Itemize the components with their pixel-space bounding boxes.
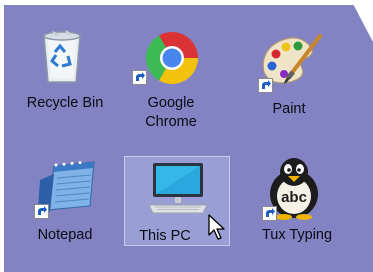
window-corner xyxy=(351,0,373,42)
icon-label-google-chrome: Google Chrome xyxy=(145,95,197,130)
chrome-icon xyxy=(142,28,202,88)
computer-icon xyxy=(145,161,211,217)
desktop-icon-recycle-bin[interactable]: Recycle Bin xyxy=(16,20,114,124)
icon-label-tux-typing: Tux Typing xyxy=(261,227,333,243)
icon-label-paint: Paint xyxy=(272,101,306,117)
icon-label-recycle-bin: Recycle Bin xyxy=(26,95,104,111)
desktop-icon-google-chrome[interactable]: Google Chrome xyxy=(122,20,220,130)
shortcut-arrow-icon xyxy=(132,70,147,85)
mouse-pointer-icon xyxy=(208,214,228,245)
desktop-icon-tux-typing[interactable]: abc Tux Typing xyxy=(248,150,346,254)
desktop-icon-notepad[interactable]: Notepad xyxy=(16,156,114,260)
icon-label-notepad: Notepad xyxy=(37,227,93,243)
desktop-icon-paint[interactable]: Paint xyxy=(240,20,338,124)
desktop: { "desktop": { "background_color": "#838… xyxy=(0,0,373,272)
shortcut-arrow-icon xyxy=(262,206,277,221)
icon-label-this-pc: This PC xyxy=(139,228,191,244)
shortcut-arrow-icon xyxy=(34,204,49,219)
svg-text:abc: abc xyxy=(281,189,307,206)
shortcut-arrow-icon xyxy=(258,78,273,93)
recycle-bin-icon xyxy=(38,28,86,84)
